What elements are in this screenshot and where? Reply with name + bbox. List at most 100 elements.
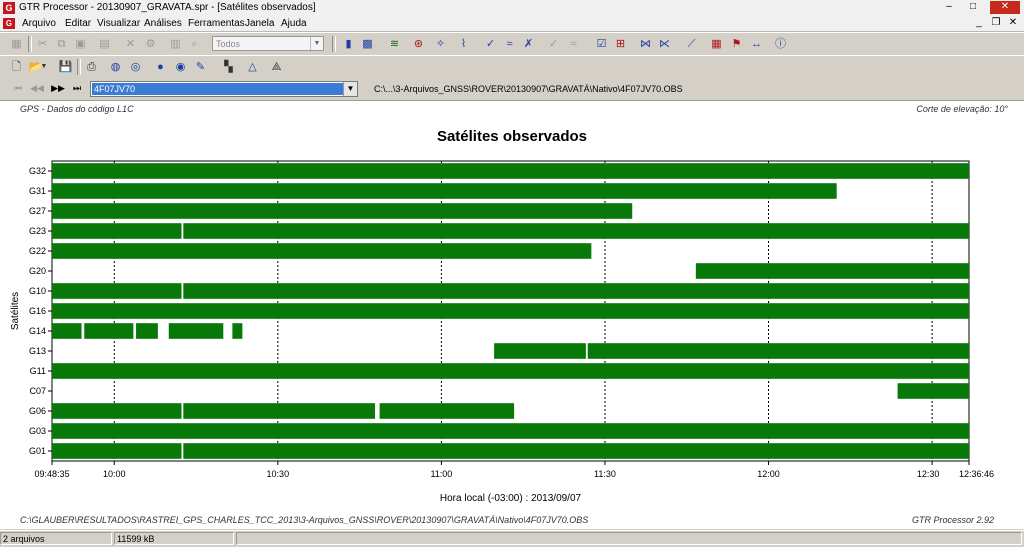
wave-chart-icon[interactable]: ≈ xyxy=(501,36,518,52)
y-tick-label: G32 xyxy=(29,166,46,176)
toolbar-separator xyxy=(77,59,81,75)
x-tick-label: 10:00 xyxy=(103,469,126,479)
toolbar-separator xyxy=(332,36,336,52)
globe-edit-icon[interactable]: ◎ xyxy=(127,59,144,75)
copy-icon[interactable]: ⧉ xyxy=(53,36,70,52)
edit-icon[interactable]: ✎ xyxy=(192,59,209,75)
wave-chart-disabled-icon[interactable]: ≈ xyxy=(565,36,582,52)
image-chart-icon[interactable]: ▩ xyxy=(359,36,376,52)
save-icon[interactable]: 💾 xyxy=(57,59,74,75)
globe-icon[interactable]: ◍ xyxy=(107,59,124,75)
properties-icon[interactable]: ⚙ xyxy=(142,36,159,52)
status-file-count: 2 arquivos xyxy=(0,532,112,545)
y-tick-label: G11 xyxy=(30,366,46,376)
distance-icon[interactable]: ↔ xyxy=(748,36,765,52)
visibility-bar xyxy=(52,363,969,379)
close-button[interactable]: ✕ xyxy=(990,1,1020,14)
visibility-bar xyxy=(52,223,182,239)
skyplot-icon[interactable]: ⊛ xyxy=(410,36,427,52)
mdi-close-button[interactable]: ✕ xyxy=(1006,17,1020,28)
line-chart-icon[interactable]: ⟋ xyxy=(683,36,700,52)
sphere-icon[interactable]: ● xyxy=(152,59,169,75)
visibility-bar xyxy=(379,403,515,419)
mdi-restore-button[interactable]: ❐ xyxy=(989,17,1003,28)
visibility-bar xyxy=(183,223,969,239)
delete-icon[interactable]: ✕ xyxy=(122,36,139,52)
flag-icon[interactable]: ⚑ xyxy=(728,36,745,52)
checker-icon[interactable]: ▚ xyxy=(220,59,237,75)
visibility-bar xyxy=(52,203,633,219)
info-icon[interactable]: ⓘ xyxy=(772,36,789,52)
matrix-icon[interactable]: ▦ xyxy=(708,36,725,52)
visibility-bar xyxy=(52,403,182,419)
visibility-bar xyxy=(136,323,158,339)
menu-bar: G Arquivo Editar Visualizar Análises Fer… xyxy=(0,16,1024,32)
mdi-minimize-button[interactable]: _ xyxy=(972,17,986,28)
signal-chart-icon[interactable]: ⌇ xyxy=(455,36,472,52)
satellite-visibility-chart: 09:48:35 10:00 10:30 11:00 11:30 12:00 12:30 12… xyxy=(10,160,994,504)
chevron-down-icon: ▼ xyxy=(343,82,357,96)
satellite-icon[interactable]: ✧ xyxy=(432,36,449,52)
menu-ferramentas[interactable]: Ferramentas xyxy=(188,18,245,29)
chart-canvas: GPS - Dados do código L1C Corte de eleva… xyxy=(0,101,1024,529)
previous-file-button[interactable]: ◀◀ xyxy=(29,82,45,95)
y-tick-label: G16 xyxy=(29,306,46,316)
next-file-button[interactable]: ▶▶ xyxy=(50,82,66,95)
y-tick-label: G10 xyxy=(29,286,46,296)
maximize-button[interactable]: □ xyxy=(962,1,984,14)
grid-chart-icon[interactable]: ⊞ xyxy=(612,36,629,52)
bar-chart-icon[interactable]: ▮ xyxy=(340,36,357,52)
menu-analises[interactable]: Análises xyxy=(144,18,182,29)
x-tick-label: 12:36:46 xyxy=(959,469,994,479)
satellite-check-icon[interactable]: ✓ xyxy=(482,36,499,52)
menu-arquivo[interactable]: Arquivo xyxy=(22,18,56,29)
file-select[interactable]: 4F07JV70 ▼ xyxy=(90,81,358,97)
visibility-bar xyxy=(183,283,969,299)
triangle-icon[interactable]: △ xyxy=(244,59,261,75)
source-file-path: C:\GLAUBER\RESULTADOS\RASTREI_GPS_CHARLE… xyxy=(20,515,589,525)
y-tick-label: G06 xyxy=(29,406,46,416)
filter-combo-value: Todos xyxy=(216,39,241,49)
document-icon[interactable]: G xyxy=(3,18,15,29)
zoom-icon[interactable]: ⌕ xyxy=(186,36,203,52)
cut-icon[interactable]: ✂ xyxy=(34,36,51,52)
sphere-alt-icon[interactable]: ◉ xyxy=(172,59,189,75)
visibility-bar xyxy=(695,263,969,279)
visibility-bar xyxy=(897,383,969,399)
first-file-button[interactable]: ⏮ xyxy=(10,82,26,95)
print-icon[interactable]: ⎙ xyxy=(83,59,100,75)
satellite-cross-icon[interactable]: ✗ xyxy=(520,36,537,52)
visibility-bar xyxy=(183,443,969,459)
last-file-button[interactable]: ⏭ xyxy=(69,82,85,95)
paste-icon[interactable]: ▣ xyxy=(72,36,89,52)
minimize-button[interactable]: – xyxy=(938,1,960,14)
checkbox-chart-icon[interactable]: ☑ xyxy=(593,36,610,52)
filter-combo[interactable]: Todos ▼ xyxy=(212,36,324,51)
satellite-check-disabled-icon[interactable]: ✓ xyxy=(545,36,562,52)
layers-icon[interactable]: ≋ xyxy=(386,36,403,52)
menu-editar[interactable]: Editar xyxy=(65,18,91,29)
x-tick-label: 12:00 xyxy=(757,469,780,479)
grid-icon[interactable]: ▦ xyxy=(8,36,25,52)
x-axis-label: Hora local (-03:00) : 2013/09/07 xyxy=(440,493,582,504)
chevron-down-icon[interactable]: ▼ xyxy=(40,59,48,75)
network-alt-icon[interactable]: ⋉ xyxy=(656,36,673,52)
software-version: GTR Processor 2.92 xyxy=(911,515,994,525)
menu-janela[interactable]: Janela xyxy=(245,18,274,29)
menu-ajuda[interactable]: Ajuda xyxy=(281,18,307,29)
visibility-bar xyxy=(183,403,376,419)
visibility-bar xyxy=(52,183,837,199)
y-tick-label: G14 xyxy=(29,326,46,336)
y-axis-label: Satélites xyxy=(10,292,21,330)
new-file-icon[interactable]: 🗋 xyxy=(8,59,25,75)
file-path: C:\...\3-Arquivos_GNSS\ROVER\20130907\GR… xyxy=(374,84,683,94)
menu-visualizar[interactable]: Visualizar xyxy=(97,18,140,29)
y-tick-label: G03 xyxy=(29,426,46,436)
y-tick-label: G01 xyxy=(29,446,46,456)
network-icon[interactable]: ⋈ xyxy=(637,36,654,52)
y-tick-label: G13 xyxy=(29,346,46,356)
clipboard-icon[interactable]: ▤ xyxy=(96,36,113,52)
triangle-network-icon[interactable]: ⟁ xyxy=(268,59,285,75)
visibility-bar xyxy=(52,323,82,339)
print-preview-icon[interactable]: ▥ xyxy=(167,36,184,52)
